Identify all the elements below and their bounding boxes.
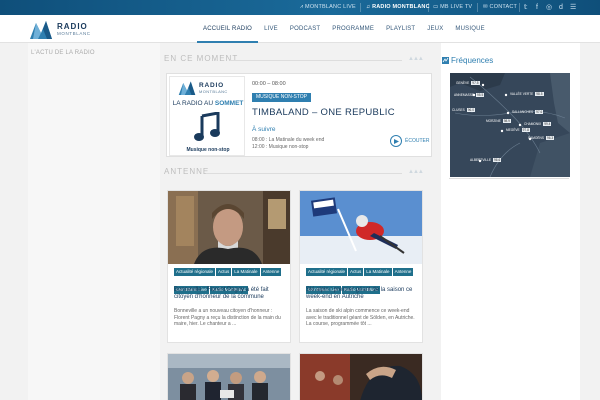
logo-mountain-icon (178, 81, 196, 95)
left-sidebar: L'ACTU DE LA RADIO (28, 43, 160, 400)
map-label: CHAMONIX 99.4 (524, 122, 552, 126)
article-card[interactable] (167, 353, 291, 400)
thumb-caption: Musique non-stop (186, 147, 230, 153)
mountain-deco-icon: ▲▲▲ (408, 56, 424, 62)
article-image (168, 354, 290, 400)
map-label: VALLÉE VERTE 98.5 (510, 92, 544, 96)
map-label: GENÈVE 97.5 (456, 81, 480, 85)
facebook-icon[interactable]: f (536, 3, 538, 12)
up-next-label: À suivre (252, 126, 276, 133)
article-card[interactable]: Actualité régionale Actus La Matinale Anten… (299, 190, 423, 343)
nav-playlist[interactable]: PLAYLIST (380, 15, 421, 43)
thumb-logo: RADIO MONTBLANC (178, 80, 240, 96)
tag[interactable]: Actus (348, 268, 364, 276)
frequencies-map[interactable]: GENÈVE 97.5 ANNEMASSE 95.5 VALLÉE VERTE 98.… (450, 73, 570, 177)
frequencies-title: Fréquences (451, 56, 494, 65)
top-bar: ⩘ MONTBLANC LIVE ♫ RADIO MONTBLANC ▭ MB … (0, 0, 600, 15)
radio-montblanc-link[interactable]: ♫ RADIO MONTBLANC (366, 0, 430, 15)
site-header: RADIO MONTBLANC ACCUEIL RADIO LIVE PODCA… (0, 15, 600, 43)
left-sidebar-title: L'ACTU DE LA RADIO (31, 50, 95, 56)
section-divider (230, 60, 402, 61)
map-label: SALLANCHES 97.6 (512, 110, 544, 114)
map-label: SAMOËNS 96.3 (528, 136, 555, 140)
play-icon (390, 135, 402, 147)
article-image (300, 354, 422, 400)
listen-button[interactable]: ÉCOUTER (390, 135, 429, 147)
nav-programme[interactable]: PROGRAMME (326, 15, 380, 43)
nav-live[interactable]: LIVE (258, 15, 284, 43)
now-playing-title: TIMBALAND – ONE REPUBLIC (252, 107, 395, 118)
article-title[interactable]: Bonneville : Florent Pagny a été fait ci… (174, 287, 286, 301)
map-icon (442, 57, 449, 64)
article-excerpt: Bonneville a un nouveau citoyen d'honneu… (174, 308, 281, 328)
show-time-slot: 00:00 – 08:00 (252, 81, 286, 87)
show-thumbnail: RADIO MONTBLANC LA RADIO AU SOMMET Musiq… (169, 76, 245, 156)
nav-jeux[interactable]: JEUX (421, 15, 449, 43)
section-title-en-ce-moment: EN CE MOMENT (164, 54, 239, 63)
article-title[interactable]: Ski alpin : premier géant de la saison c… (306, 287, 418, 301)
map-label: MEGÈVE 97.8 (506, 128, 530, 132)
article-card[interactable]: Actualité régionale Actus La Matinale Anten… (167, 190, 291, 343)
nav-musique[interactable]: MUSIQUE (449, 15, 490, 43)
mountain-deco-icon: ▲▲▲ (408, 169, 424, 175)
article-image (300, 191, 422, 264)
up-next-item: 08:00 : La Matinale du week end (252, 137, 325, 143)
tag[interactable]: Antenne (392, 268, 414, 276)
article-image (168, 191, 290, 264)
frequencies-panel: Fréquences GENÈVE 97.5 ANNEMASSE 95.5 VALL… (441, 43, 580, 400)
tag[interactable]: Actualité régionale (174, 268, 216, 276)
thumb-logo-subtitle: MONTBLANC (199, 89, 228, 94)
map-label: CLUSES 96.0 (452, 108, 475, 112)
logo-word: RADIO (57, 22, 88, 31)
article-card[interactable] (299, 353, 423, 400)
logo-mountain-icon (30, 21, 52, 39)
tag[interactable]: Actualité régionale (306, 268, 348, 276)
map-label: ANNEMASSE 95.5 (454, 93, 485, 97)
thumb-tagline: LA RADIO AU SOMMET (172, 100, 244, 107)
tag[interactable]: La Matinale (232, 268, 260, 276)
nav-accueil-radio[interactable]: ACCUEIL RADIO (197, 15, 259, 43)
twitter-icon[interactable]: 𝕥 (524, 3, 527, 12)
panel-divider (449, 178, 569, 179)
tag[interactable]: La Matinale (364, 268, 392, 276)
section-divider (206, 173, 402, 174)
instagram-icon[interactable]: ◎ (546, 3, 552, 12)
section-title-antenne: ANTENNE (164, 167, 210, 176)
map-label: ALBERTVILLE 96.6 (470, 158, 502, 162)
rss-icon[interactable]: ☰ (570, 3, 576, 12)
montblanc-live-link[interactable]: ⩘ MONTBLANC LIVE (300, 0, 356, 15)
main-nav: ACCUEIL RADIO LIVE PODCAST PROGRAMME PLA… (197, 15, 491, 43)
map-label: MORZINE 98.9 (486, 119, 511, 123)
listen-label: ÉCOUTER (405, 138, 430, 144)
nav-podcast[interactable]: PODCAST (284, 15, 326, 43)
contact-link[interactable]: ✉ CONTACT (483, 0, 517, 15)
site-logo[interactable]: RADIO MONTBLANC (30, 18, 90, 40)
tag[interactable]: Actus (216, 268, 232, 276)
dailymotion-icon[interactable]: d (559, 3, 563, 12)
music-note-icon (194, 112, 220, 141)
logo-subtitle: MONTBLANC (57, 31, 91, 36)
tag[interactable]: Antenne (260, 268, 282, 276)
thumb-logo-word: RADIO (199, 82, 224, 89)
up-next-item: 12:00 : Musique non-stop (252, 144, 309, 150)
now-playing-card: RADIO MONTBLANC LA RADIO AU SOMMET Musiq… (166, 73, 432, 157)
mb-live-tv-link[interactable]: ▭ MB LIVE TV (433, 0, 472, 15)
article-excerpt: La saison de ski alpin commence ce week-… (306, 308, 415, 328)
show-badge: MUSIQUE NON-STOP (252, 93, 312, 102)
